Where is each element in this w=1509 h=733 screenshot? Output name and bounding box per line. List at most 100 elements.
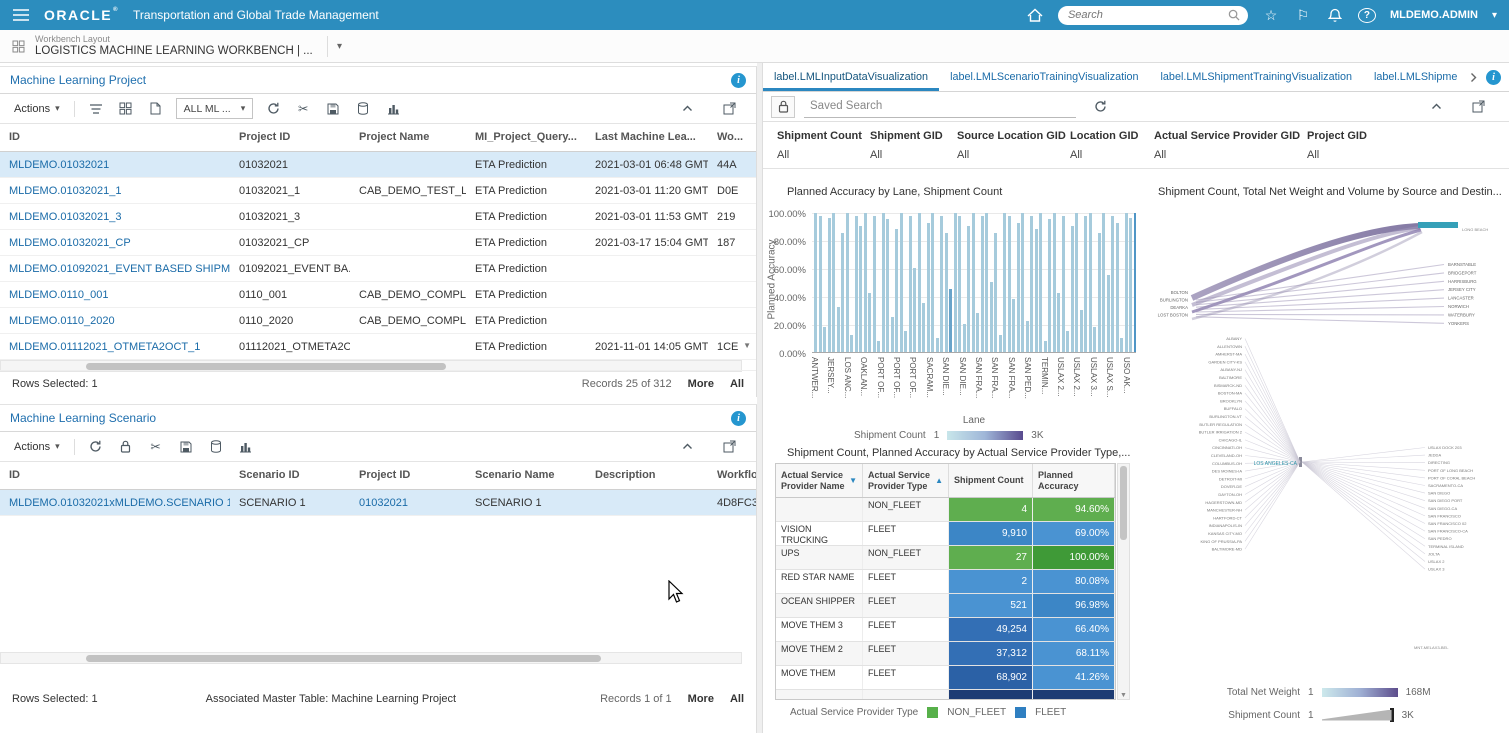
actions-button[interactable]: Actions▾ (6, 103, 68, 115)
refresh-icon[interactable] (258, 98, 288, 120)
table-row[interactable]: MOVE THEM 2FLEET37,31268.11% (776, 642, 1115, 666)
row-id-link[interactable]: MLDEMO.01032021xMLDEMO.SCENARIO 1 (0, 490, 230, 516)
cut-icon[interactable]: ✂ (288, 98, 318, 120)
table-row[interactable]: MOVE THEMFLEET68,90241.26% (776, 666, 1115, 690)
table-row[interactable]: VISION TRUCKINGFLEET9,91069.00% (776, 522, 1115, 546)
table-row[interactable]: UPSNON_FLEET27100.00% (776, 546, 1115, 570)
table-row[interactable]: MLDEMO.01032021xMLDEMO.SCENARIO 1SCENARI… (0, 490, 756, 516)
column-header[interactable]: Actual Service Provider Type▲ (863, 464, 949, 497)
column-header[interactable]: Wo... (708, 124, 756, 151)
collapse-icon[interactable] (1421, 96, 1451, 118)
all-link[interactable]: All (730, 378, 744, 390)
collapse-icon[interactable] (672, 98, 702, 120)
actions-button[interactable]: Actions▾ (6, 441, 68, 453)
filter-shipment-count[interactable]: Shipment CountAll (777, 130, 870, 168)
scroll-down-icon[interactable]: ▼ (1120, 692, 1127, 699)
column-header[interactable]: ID (0, 124, 230, 151)
provider-vscrollbar[interactable]: ▼ (1117, 463, 1130, 700)
more-link[interactable]: More (688, 378, 714, 390)
view-filter-select[interactable]: ALL ML ...▾ (176, 98, 254, 119)
table-row[interactable]: MLDEMO.01032021_CP01032021_CPETA Predict… (0, 230, 756, 256)
table-row[interactable]: MLDEMO.01112021_OTMETA2OCT_101112021_OTM… (0, 334, 756, 360)
table-row[interactable]: MLDEMO.0110_0010110_001CAB_DEMO_COMPLE..… (0, 282, 756, 308)
column-header[interactable]: Project ID (350, 462, 466, 489)
tab-scroll-right-icon[interactable] (1470, 72, 1477, 83)
tab-label.LMLScenarioTrainingVisualization[interactable]: label.LMLScenarioTrainingVisualization (939, 63, 1149, 91)
scrollbar-thumb[interactable] (86, 655, 601, 662)
row-id-link[interactable]: MLDEMO.01092021_EVENT BASED SHIPMENTS (0, 256, 230, 282)
column-header[interactable]: Last Machine Lea... (586, 124, 708, 151)
scenario-hscrollbar[interactable] (0, 652, 742, 664)
column-header[interactable]: Scenario ID (230, 462, 350, 489)
favorites-icon[interactable]: ☆ (1262, 5, 1280, 25)
column-header[interactable]: Actual Service Provider Name▼ (776, 464, 863, 497)
grid-view-icon[interactable] (111, 98, 141, 120)
filter-lines-icon[interactable] (81, 98, 111, 120)
table-row[interactable]: RED STAR NAMEFLEET280.08% (776, 570, 1115, 594)
row-id-link[interactable]: MLDEMO.01032021 (0, 152, 230, 178)
column-header[interactable]: Project ID (230, 124, 350, 151)
row-id-link[interactable]: MLDEMO.0110_2020 (0, 308, 230, 334)
filter-actual-service-provider-gid[interactable]: Actual Service Provider GIDAll (1154, 130, 1307, 168)
more-link[interactable]: More (688, 693, 714, 705)
home-icon[interactable] (1026, 5, 1044, 25)
column-header[interactable]: Description (586, 462, 708, 489)
tab-label.LMLShipme[interactable]: label.LMLShipme (1363, 63, 1468, 91)
workbench-layout-select[interactable]: Workbench Layout LOGISTICS MACHINE LEARN… (35, 34, 317, 58)
table-row[interactable]: OCEAN SHIPPERFLEET52196.98% (776, 594, 1115, 618)
filter-shipment-gid[interactable]: Shipment GIDAll (870, 130, 957, 168)
user-menu[interactable]: MLDEMO.ADMIN (1390, 9, 1478, 21)
row-id-link[interactable]: MLDEMO.01032021_1 (0, 178, 230, 204)
lock-icon[interactable] (111, 436, 141, 458)
table-row[interactable]: MLDEMO.01092021_EVENT BASED SHIPMENTS010… (0, 256, 756, 282)
save-icon[interactable] (171, 436, 201, 458)
row-id-link[interactable]: MLDEMO.01112021_OTMETA2OCT_1 (0, 334, 230, 360)
tab-label.LMLInputDataVisualization[interactable]: label.LMLInputDataVisualization (763, 63, 939, 91)
table-row[interactable]: MLDEMO.01032021_301032021_3ETA Predictio… (0, 204, 756, 230)
collapse-icon[interactable] (672, 436, 702, 458)
table-row[interactable] (776, 690, 1115, 699)
table-row[interactable]: MLDEMO.0110_20200110_2020CAB_DEMO_COMPLE… (0, 308, 756, 334)
cut-icon[interactable]: ✂ (141, 436, 171, 458)
saved-search-field[interactable]: Saved Search (804, 96, 1076, 118)
expand-icon[interactable] (714, 98, 744, 120)
user-caret-icon[interactable]: ▾ (1492, 10, 1497, 21)
column-header[interactable]: Scenario Name (466, 462, 586, 489)
info-icon[interactable]: i (1486, 70, 1501, 85)
column-header[interactable]: Shipment Count (949, 464, 1033, 497)
lock-icon[interactable] (771, 96, 795, 118)
notifications-icon[interactable] (1326, 5, 1344, 25)
info-icon[interactable]: i (731, 73, 746, 88)
column-header[interactable]: Planned Accuracy (1033, 464, 1115, 497)
export-icon[interactable] (201, 436, 231, 458)
tab-label.LMLShipmentTrainingVisualization[interactable]: label.LMLShipmentTrainingVisualization (1150, 63, 1363, 91)
table-row[interactable]: NON_FLEET494.60% (776, 498, 1115, 522)
table-row[interactable]: MLDEMO.0103202101032021ETA Prediction202… (0, 152, 756, 178)
column-header[interactable]: Workflow (708, 462, 756, 489)
chart-icon[interactable] (231, 436, 261, 458)
row-id-link[interactable]: 01032021 (350, 490, 466, 516)
chart-icon[interactable] (378, 98, 408, 120)
row-id-link[interactable]: MLDEMO.0110_001 (0, 282, 230, 308)
scrollbar-thumb[interactable] (1120, 466, 1127, 540)
column-header[interactable]: MI_Project_Query... (466, 124, 586, 151)
expand-icon[interactable] (714, 436, 744, 458)
search-input[interactable] (1066, 8, 1228, 22)
export-icon[interactable] (348, 98, 378, 120)
save-icon[interactable] (318, 98, 348, 120)
refresh-icon[interactable] (1085, 96, 1115, 118)
refresh-icon[interactable] (81, 436, 111, 458)
all-link[interactable]: All (730, 693, 744, 705)
column-header[interactable]: ID (0, 462, 230, 489)
scrollbar-thumb[interactable] (86, 363, 446, 370)
table-row[interactable]: MLDEMO.01032021_101032021_1CAB_DEMO_TEST… (0, 178, 756, 204)
hamburger-menu-icon[interactable] (12, 5, 30, 25)
expand-icon[interactable] (1463, 96, 1493, 118)
info-icon[interactable]: i (731, 411, 746, 426)
workbench-caret-icon[interactable]: ▾ (327, 36, 351, 57)
flag-icon[interactable]: ⚐ (1294, 5, 1312, 25)
row-id-link[interactable]: MLDEMO.01032021_3 (0, 204, 230, 230)
column-header[interactable]: Project Name (350, 124, 466, 151)
row-id-link[interactable]: MLDEMO.01032021_CP (0, 230, 230, 256)
filter-source-location-gid[interactable]: Source Location GIDAll (957, 130, 1070, 168)
